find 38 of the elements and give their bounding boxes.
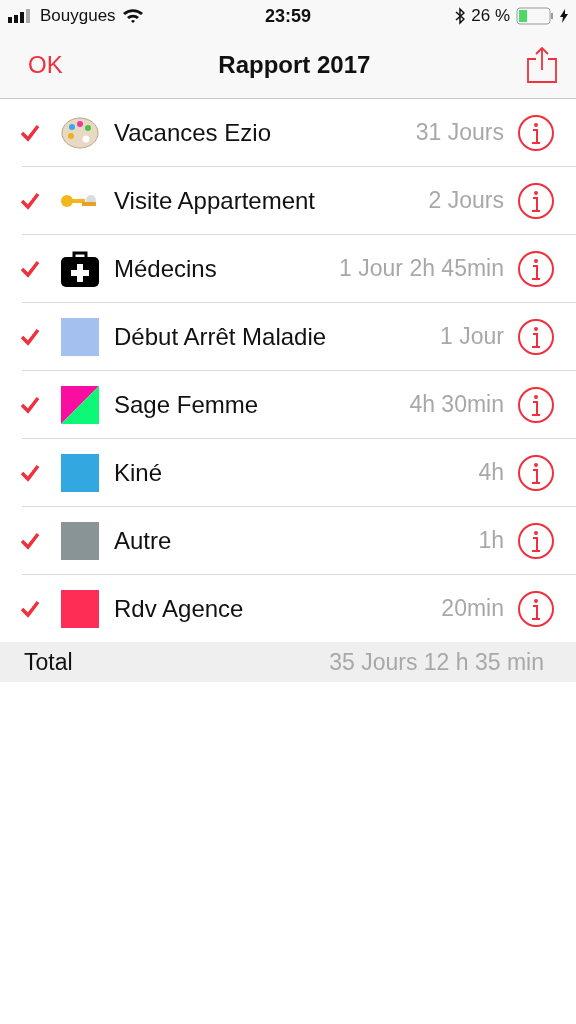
battery-icon [516, 7, 554, 25]
category-label: Sage Femme [114, 390, 260, 419]
duration-value: 1 Jour [440, 323, 504, 350]
category-label: Autre [114, 526, 173, 555]
duration-value: 1h [478, 527, 504, 554]
battery-percentage: 26 % [471, 6, 510, 26]
ok-button[interactable]: OK [28, 51, 63, 79]
info-button[interactable] [518, 318, 554, 355]
category-label: Vacances Ezio [114, 118, 272, 147]
wifi-icon [121, 8, 144, 24]
total-label: Total [24, 648, 73, 676]
total-value: 35 Jours 12 h 35 min [329, 648, 544, 676]
info-button[interactable] [518, 250, 554, 287]
duration-value: 2 Jours [428, 187, 504, 214]
duration-value: 4h 30min [409, 391, 504, 418]
info-button[interactable] [518, 386, 554, 423]
category-label: Rdv Agence [114, 594, 245, 623]
info-button[interactable] [518, 590, 554, 627]
screen-title: Rapport 2017 [218, 51, 371, 79]
duration-value: 4h [478, 459, 504, 486]
bluetooth-icon [455, 7, 466, 25]
clock-time: 23:59 [265, 5, 312, 27]
info-button[interactable] [518, 454, 554, 491]
category-label: Début Arrêt Maladie [114, 322, 328, 351]
duration-value: 31 Jours [415, 119, 504, 146]
duration-value: 1 Jour 2h 45min [339, 255, 504, 282]
category-label: Médecins [114, 254, 218, 283]
info-button[interactable] [518, 114, 554, 151]
info-button[interactable] [518, 522, 554, 559]
share-button[interactable] [526, 46, 558, 84]
category-label: Visite Appartement [114, 186, 316, 215]
duration-value: 20min [441, 595, 504, 622]
color-swatch [61, 385, 99, 424]
info-button[interactable] [518, 182, 554, 219]
palette-icon [60, 114, 100, 151]
category-label: Kiné [114, 458, 164, 487]
carrier-name: Bouygues [40, 6, 116, 26]
charging-bolt-icon [560, 9, 568, 23]
